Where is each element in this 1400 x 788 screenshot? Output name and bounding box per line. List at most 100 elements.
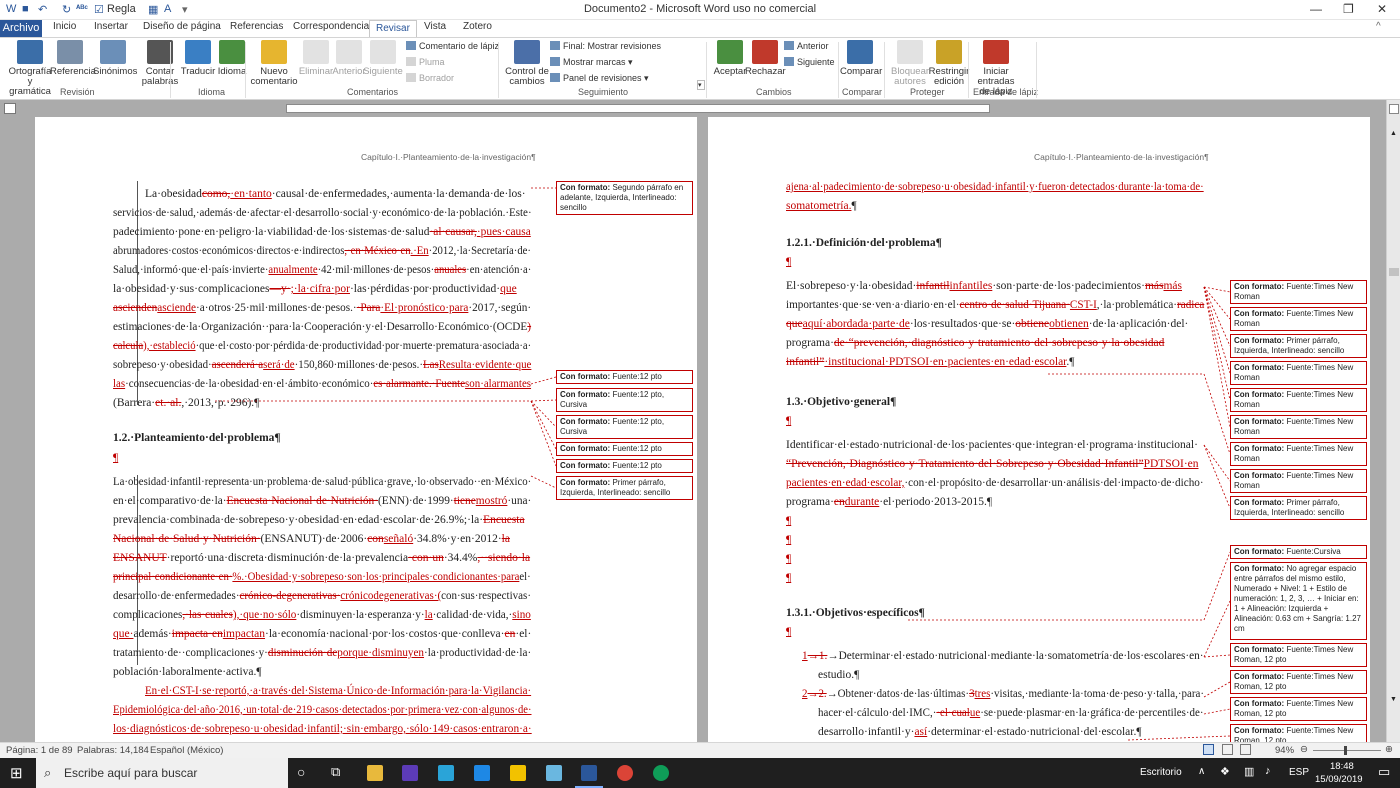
- chrome-icon[interactable]: [617, 765, 633, 781]
- ribbon-button-idioma[interactable]: Idioma: [212, 40, 252, 77]
- tab-referencias[interactable]: Referencias: [230, 21, 283, 32]
- ribbon-tabs: Archivo Inicio Insertar Diseño de página…: [0, 20, 1400, 37]
- sticky-notes-icon[interactable]: [510, 765, 526, 781]
- ribbon-small-mostrar-marcas-[interactable]: Mostrar marcas ▾: [550, 57, 633, 68]
- scroll-up-icon[interactable]: ▲: [1390, 130, 1398, 138]
- document-page-right[interactable]: Capítulo·I.·Planteamiento·de·la·investig…: [708, 117, 1370, 742]
- language-status[interactable]: Español (México): [150, 745, 223, 756]
- ribbon-button-icon: [717, 40, 743, 64]
- ribbon-button-ortografía-y-gramática[interactable]: Ortografía y gramática: [6, 40, 54, 97]
- ribbon-button-nuevo-comentario[interactable]: Nuevo comentario: [250, 40, 298, 87]
- ribbon-small-icon: [550, 73, 560, 82]
- ribbon-small-icon: [550, 57, 560, 66]
- ribbon-small-panel-de-revisiones-[interactable]: Panel de revisiones ▾: [550, 73, 649, 84]
- ribbon-small-anterior[interactable]: Anterior: [784, 41, 829, 51]
- desktop-toolbar[interactable]: Escritorio: [1140, 767, 1182, 778]
- cortana-icon[interactable]: ○: [297, 764, 305, 780]
- calculator-icon[interactable]: [474, 765, 490, 781]
- view-ruler-icon[interactable]: [1389, 104, 1399, 114]
- chrome-profile-icon[interactable]: [653, 765, 669, 781]
- print-layout-icon[interactable]: [1203, 744, 1214, 755]
- balloon-connectors: [908, 286, 1231, 741]
- ribbon-group-label: Idioma: [198, 87, 226, 97]
- ribbon-small-borrador[interactable]: Borrador: [406, 73, 454, 83]
- ribbon-button-sinónimos[interactable]: Sinónimos: [93, 40, 137, 77]
- ribbon-button-icon: [336, 40, 362, 64]
- ribbon-button-siguiente[interactable]: Siguiente: [363, 40, 403, 77]
- ribbon-group-label: Seguimiento: [578, 87, 629, 97]
- clock-time[interactable]: 18:48: [1330, 761, 1354, 772]
- tab-insertar[interactable]: Insertar: [94, 21, 128, 32]
- zoom-out-icon[interactable]: ⊖: [1300, 744, 1308, 755]
- word-taskbar-icon[interactable]: [581, 765, 597, 781]
- tab-vista[interactable]: Vista: [424, 21, 446, 32]
- markup-dropdown-arrow-icon[interactable]: ▾: [697, 80, 705, 90]
- ribbon-small-icon: [550, 41, 560, 50]
- close-icon[interactable]: ✕: [1377, 2, 1387, 16]
- ribbon-button-icon: [847, 40, 873, 64]
- minimize-icon[interactable]: —: [1310, 2, 1322, 16]
- dropbox-icon[interactable]: ❖: [1220, 765, 1230, 778]
- ruler: [0, 100, 1400, 117]
- ribbon-small-icon: [406, 57, 416, 66]
- ribbon-small-icon: [406, 41, 416, 50]
- document-page-left[interactable]: Capítulo·I.·Planteamiento·de·la·investig…: [35, 117, 697, 742]
- ribbon-button-comparar[interactable]: Comparar: [840, 40, 883, 77]
- ribbon-button-label: Control de cambios: [505, 66, 549, 87]
- horizontal-ruler[interactable]: [286, 104, 990, 113]
- word-count[interactable]: Palabras: 14,184: [77, 745, 149, 756]
- photos-icon[interactable]: [546, 765, 562, 781]
- ribbon-button-icon: [219, 40, 245, 64]
- app-icon[interactable]: [438, 765, 454, 781]
- tab-revisar[interactable]: Revisar: [369, 20, 417, 37]
- taskbar-search[interactable]: ⌕ Escribe aquí para buscar: [36, 758, 288, 788]
- tab-archivo[interactable]: Archivo: [0, 20, 42, 37]
- tab-correspondencia[interactable]: Correspondencia: [293, 21, 369, 32]
- task-view-icon[interactable]: ⧉: [331, 764, 340, 780]
- onenote-icon[interactable]: [402, 765, 418, 781]
- ribbon-small-final-mostrar-revisiones[interactable]: Final: Mostrar revisiones: [550, 41, 661, 51]
- ribbon-button-icon: [897, 40, 923, 64]
- ribbon-group-label: Entrada de lápiz: [973, 87, 1039, 97]
- full-screen-icon[interactable]: [1222, 744, 1233, 755]
- ribbon-small-siguiente[interactable]: Siguiente: [784, 57, 835, 67]
- status-bar: Página: 1 de 89 Palabras: 14,184 Español…: [0, 742, 1400, 758]
- language-indicator[interactable]: ESP: [1289, 767, 1309, 778]
- zoom-in-icon[interactable]: ⊕: [1385, 744, 1393, 755]
- ribbon-button-restringir-edición[interactable]: Restringir edición: [925, 40, 973, 87]
- ribbon-button-rechazar[interactable]: Rechazar: [745, 40, 786, 77]
- volume-icon[interactable]: ♪: [1265, 765, 1271, 777]
- network-icon[interactable]: ▥: [1244, 765, 1254, 778]
- tab-inicio[interactable]: Inicio: [53, 21, 76, 32]
- zoom-level[interactable]: 94%: [1275, 745, 1294, 756]
- zoom-slider-handle[interactable]: [1344, 746, 1347, 755]
- ribbon-small-comentario-de-lápiz[interactable]: Comentario de lápiz: [406, 41, 499, 51]
- tab-selector-icon[interactable]: [4, 103, 16, 114]
- ribbon-button-icon: [370, 40, 396, 64]
- tab-zotero[interactable]: Zotero: [463, 21, 492, 32]
- file-explorer-icon[interactable]: [367, 765, 383, 781]
- web-layout-icon[interactable]: [1240, 744, 1251, 755]
- ribbon-button-control-de-cambios[interactable]: Control de cambios: [503, 40, 551, 87]
- ribbon-button-label: Nuevo comentario: [250, 66, 298, 87]
- windows-start-icon[interactable]: ⊞: [10, 764, 23, 782]
- notifications-icon[interactable]: ▭: [1378, 764, 1390, 780]
- clock-date[interactable]: 15/09/2019: [1315, 774, 1363, 785]
- ribbon-button-referencia[interactable]: Referencia: [50, 40, 96, 77]
- maximize-icon[interactable]: ❐: [1343, 2, 1354, 16]
- collapse-ribbon-icon[interactable]: ^: [1376, 21, 1381, 32]
- tab-diseno[interactable]: Diseño de página: [143, 21, 221, 32]
- vertical-scrollbar[interactable]: ▲ ▼: [1386, 100, 1400, 742]
- ribbon-button-icon: [983, 40, 1009, 64]
- ribbon-button-label: Comparar: [840, 66, 883, 77]
- ribbon-small-pluma[interactable]: Pluma: [406, 57, 445, 67]
- ribbon-button-aceptar[interactable]: Aceptar: [710, 40, 750, 77]
- page-count[interactable]: Página: 1 de 89: [6, 745, 73, 756]
- chevron-up-icon[interactable]: ∧: [1198, 766, 1205, 777]
- ribbon: Ortografía y gramática Referencia Sinónimo…: [0, 37, 1400, 100]
- zoom-slider[interactable]: [1313, 750, 1381, 751]
- ribbon-group-label: Comentarios: [347, 87, 399, 97]
- scroll-thumb[interactable]: [1389, 268, 1399, 276]
- ribbon-button-contar-palabras[interactable]: Contar palabras: [136, 40, 184, 87]
- scroll-down-icon[interactable]: ▼: [1390, 696, 1398, 703]
